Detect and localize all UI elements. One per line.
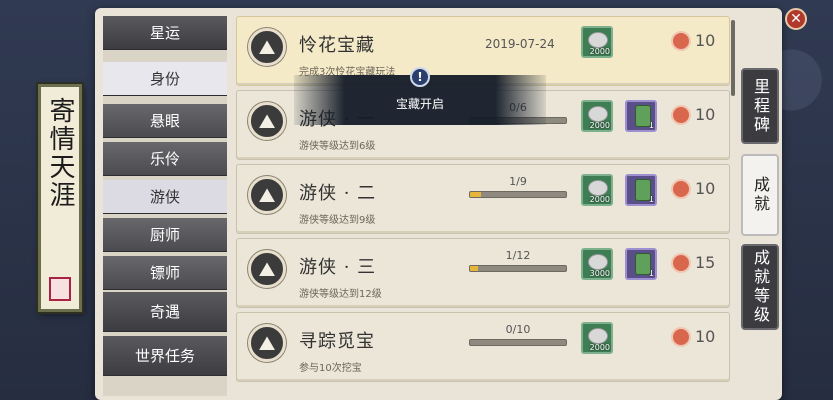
task-desc: 游侠等级达到12级 [299, 289, 382, 300]
progress-fill [470, 266, 478, 271]
sidebar-item-yueling[interactable]: 乐伶 [103, 142, 227, 176]
banner-scroll: 寄情天涯 [38, 84, 82, 312]
task-emblem-icon: ⛰ [248, 28, 286, 66]
sidebar-item-label: 身份 [149, 70, 180, 88]
toast-message: 宝藏开启 [395, 97, 444, 111]
tab-achievement-level[interactable]: 成就等级 [741, 244, 779, 330]
task-points: 10 [695, 327, 716, 346]
sidebar-item-label: 游侠 [149, 188, 180, 206]
task-row[interactable]: ⛰ 游侠 · 三 游侠等级达到12级 1/12 3000 1 15 [236, 238, 730, 308]
sidebar-item-xingyun[interactable]: 星运 [103, 16, 227, 50]
task-desc: 游侠等级达到6级 [299, 141, 376, 152]
points-icon [671, 105, 691, 125]
sidebar-item-label: 厨师 [149, 226, 180, 244]
silver-coin-icon[interactable]: 2000 [581, 174, 613, 206]
sidebar-item-label: 星运 [149, 24, 180, 42]
task-points: 10 [695, 179, 716, 198]
tab-label: 成就等级 [751, 249, 770, 325]
progress-text: 1/12 [505, 249, 531, 262]
task-name: 游侠 · 三 [299, 257, 377, 278]
sidebar-item-label: 乐伶 [149, 150, 180, 168]
banner-title: 寄情天涯 [45, 97, 75, 209]
token-icon[interactable]: 1 [625, 248, 657, 280]
sidebar-item-youxia[interactable]: 游侠 [103, 180, 227, 214]
task-row[interactable]: ⛰ 游侠 · 二 游侠等级达到9级 1/9 2000 1 10 [236, 164, 730, 234]
task-emblem-icon: ⛰ [248, 176, 286, 214]
progress-text: 1/9 [509, 175, 527, 188]
task-points: 10 [695, 105, 716, 124]
silver-coin-icon[interactable]: 3000 [581, 248, 613, 280]
scrollbar[interactable] [731, 20, 735, 96]
sidebar-item-chushi[interactable]: 厨师 [103, 218, 227, 252]
tab-achievement[interactable]: 成就 [741, 154, 779, 236]
task-date: 2019-07-24 [485, 37, 555, 51]
points-icon [671, 327, 691, 347]
sidebar-item-label: 镖师 [149, 264, 180, 282]
points-icon [671, 31, 691, 51]
task-points: 10 [695, 31, 716, 50]
progress-bar [469, 339, 567, 346]
task-name: 游侠 · 二 [299, 183, 377, 204]
seal-icon [49, 277, 71, 301]
tab-milestone[interactable]: 里程碑 [741, 68, 779, 144]
task-desc: 游侠等级达到9级 [299, 215, 376, 226]
sidebar-item-label: 世界任务 [134, 347, 195, 365]
sidebar-item-shijierenwu[interactable]: 世界任务 [103, 336, 227, 376]
close-button[interactable]: ✕ [785, 8, 807, 30]
sidebar-item-label: 奇遇 [149, 303, 180, 321]
alert-icon: ! [410, 67, 430, 87]
task-name: 寻踪觅宝 [299, 331, 375, 352]
points-icon [671, 179, 691, 199]
progress-text: 0/10 [505, 323, 531, 336]
sidebar-item-biaoshi[interactable]: 镖师 [103, 256, 227, 290]
silver-coin-icon[interactable]: 2000 [581, 100, 613, 132]
sidebar-item-label: 悬眼 [149, 112, 180, 130]
task-emblem-icon: ⛰ [248, 324, 286, 362]
task-desc: 参与10次挖宝 [299, 363, 362, 374]
sidebar-item-shenfen[interactable]: 身份 [103, 62, 227, 96]
task-emblem-icon: ⛰ [248, 102, 286, 140]
silver-coin-icon[interactable]: 2000 [581, 26, 613, 58]
sidebar: 星运 身份 悬眼 乐伶 游侠 厨师 镖师 奇遇 世界任务 [103, 16, 227, 396]
sidebar-item-xuanyan[interactable]: 悬眼 [103, 104, 227, 138]
token-icon[interactable]: 1 [625, 100, 657, 132]
task-points: 15 [695, 253, 716, 272]
points-icon [671, 253, 691, 273]
task-name: 怜花宝藏 [299, 35, 375, 56]
tab-label: 里程碑 [751, 77, 770, 135]
progress-bar [469, 191, 567, 198]
task-row[interactable]: ⛰ 寻踪觅宝 参与10次挖宝 0/10 2000 10 [236, 312, 730, 382]
toast-notification: ! 宝藏开启 [294, 67, 546, 125]
progress-bar [469, 265, 567, 272]
tab-label: 成就 [751, 176, 770, 214]
task-emblem-icon: ⛰ [248, 250, 286, 288]
progress-fill [470, 192, 481, 197]
sidebar-item-qiyu[interactable]: 奇遇 [103, 292, 227, 332]
token-icon[interactable]: 1 [625, 174, 657, 206]
silver-coin-icon[interactable]: 2000 [581, 322, 613, 354]
